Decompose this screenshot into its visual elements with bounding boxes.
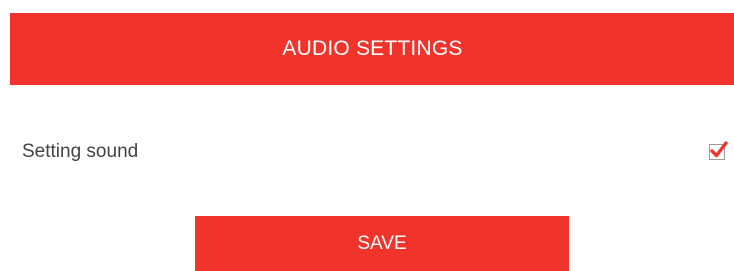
checkmark-icon: [710, 141, 728, 158]
save-button[interactable]: SAVE: [195, 216, 569, 271]
setting-sound-checkbox[interactable]: [709, 141, 728, 160]
setting-sound-label: Setting sound: [22, 141, 139, 162]
setting-row-sound: Setting sound: [22, 131, 728, 173]
header-bar: AUDIO SETTINGS: [10, 13, 734, 85]
page-title: AUDIO SETTINGS: [282, 37, 463, 60]
save-button-label: SAVE: [357, 232, 407, 254]
audio-settings-screen: AUDIO SETTINGS Setting sound SAVE: [0, 0, 734, 271]
